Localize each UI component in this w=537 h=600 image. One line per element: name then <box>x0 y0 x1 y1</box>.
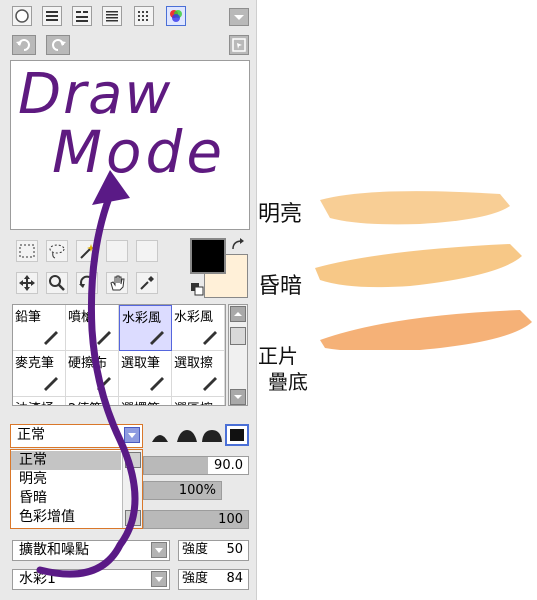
label-multiply-line1: 正片 <box>258 344 298 368</box>
swatch-multiply-stroke <box>320 310 532 350</box>
label-multiply-line2: 疊底 <box>268 370 308 394</box>
label-dark: 昏暗 <box>258 274 303 299</box>
swatch-bright-stroke <box>320 191 510 225</box>
swatch-strokes <box>315 191 532 350</box>
label-bright: 明亮 <box>258 202 303 227</box>
swatch-dark-stroke <box>315 244 522 288</box>
